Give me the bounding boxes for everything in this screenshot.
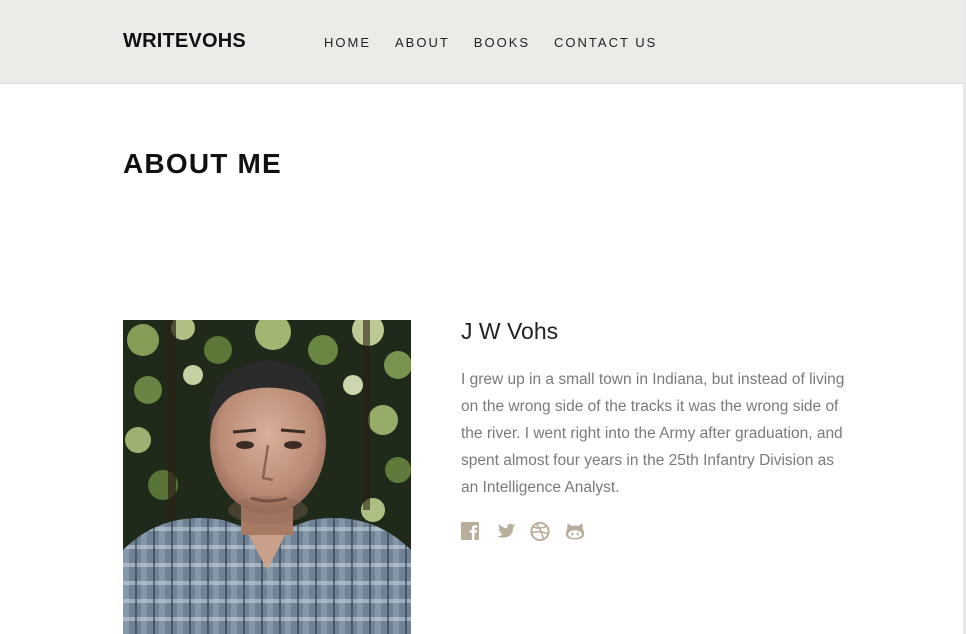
main-nav: HOME ABOUT BOOKS CONTACT US (324, 35, 681, 50)
author-bio: I grew up in a small town in Indiana, bu… (461, 371, 845, 496)
page-title: ABOUT ME (123, 148, 282, 179)
site-header: WRITEVOHS HOME ABOUT BOOKS CONTACT US (0, 0, 963, 84)
dribbble-icon[interactable] (529, 520, 551, 542)
nav-about[interactable]: ABOUT (395, 35, 450, 50)
nav-books[interactable]: BOOKS (474, 35, 530, 50)
twitter-icon[interactable] (495, 520, 517, 542)
nav-home[interactable]: HOME (324, 35, 371, 50)
site-logo[interactable]: WRITEVOHS (123, 30, 246, 53)
github-icon[interactable] (564, 520, 586, 542)
author-name: J W Vohs (461, 318, 559, 344)
nav-contact-us[interactable]: CONTACT US (554, 35, 657, 50)
social-links (460, 520, 598, 542)
author-photo (123, 320, 411, 634)
facebook-icon[interactable] (460, 520, 482, 542)
